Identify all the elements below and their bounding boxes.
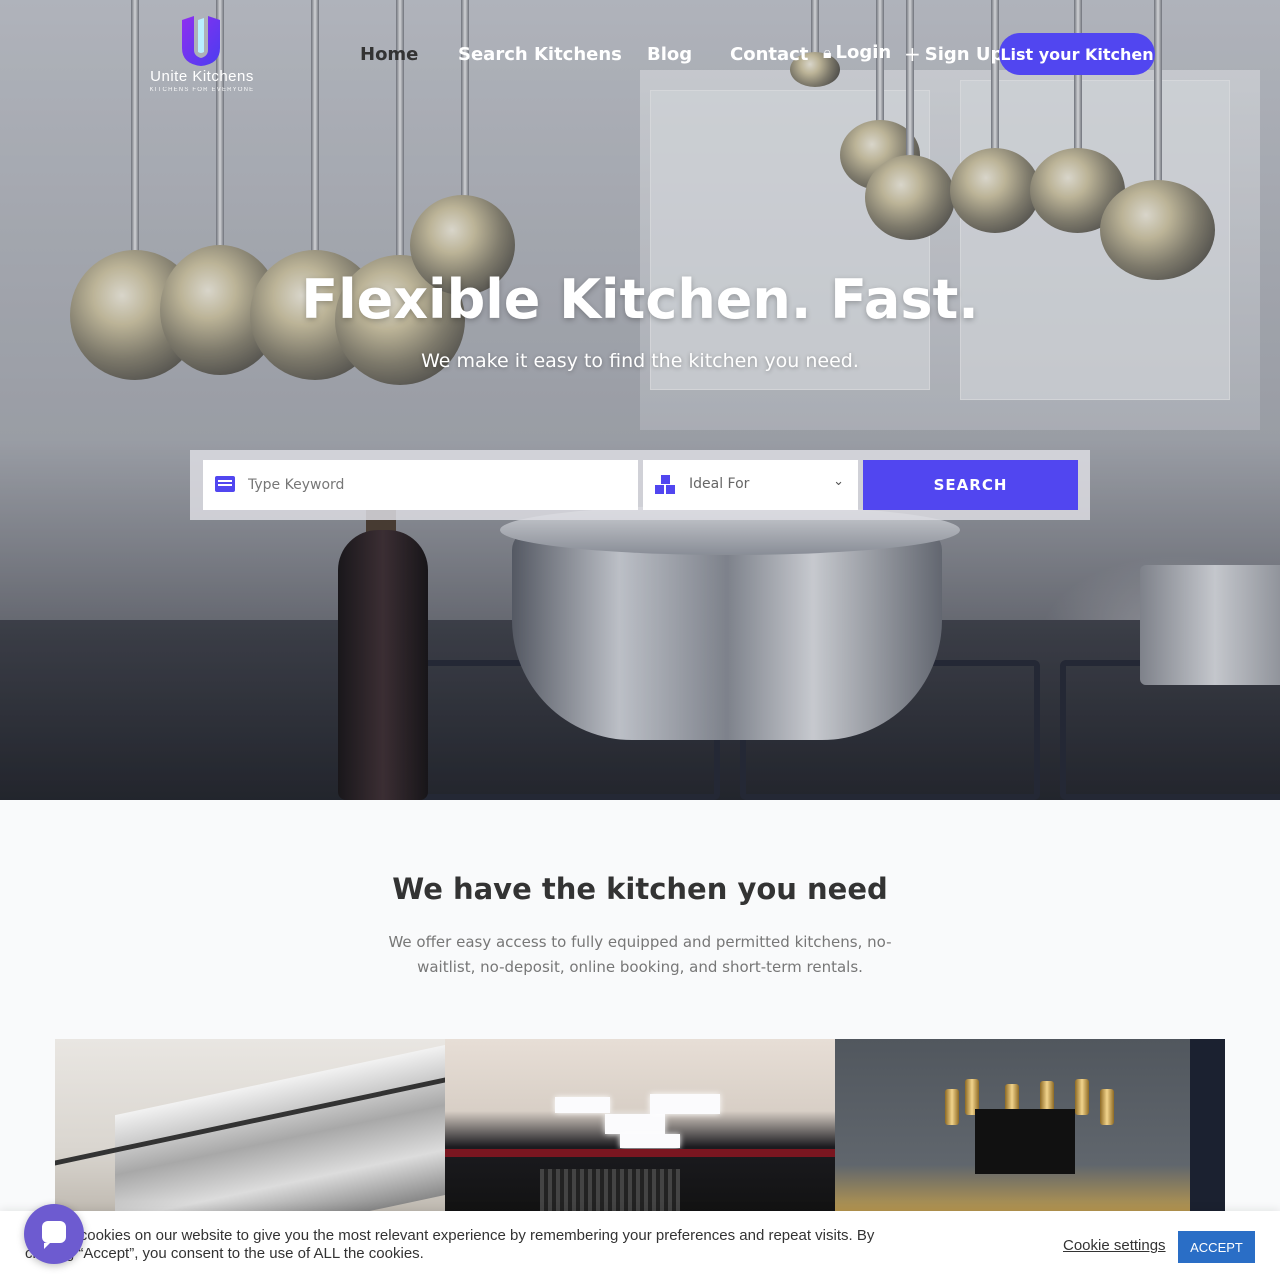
brand-name: Unite Kitchens [150,68,254,85]
hero-overlay [0,0,1280,800]
chevron-down-icon: ⌄ [833,474,844,489]
login-label: Login [835,42,892,63]
ceiling-light [605,1114,665,1134]
cookie-text: We use cookies on our website to give yo… [25,1227,875,1262]
boxes-icon [655,475,677,495]
search-button[interactable]: SEARCH [863,460,1078,510]
keyword-input[interactable] [248,460,628,510]
counter-accent [445,1149,835,1157]
exhaust-hood [115,1042,445,1219]
wall-panel [1190,1039,1225,1219]
search-form: Ideal For ⌄ SEARCH [190,450,1090,520]
keyword-field[interactable] [203,460,638,510]
signup-link[interactable]: + Sign Up [904,42,1003,66]
range-hood [975,1109,1075,1174]
keyboard-icon [215,476,235,492]
hero-title: Flexible Kitchen. Fast. [301,268,979,331]
nav-search-kitchens[interactable]: Search Kitchens [458,44,622,65]
signup-label: Sign Up [924,43,1004,65]
logo-mark-icon [182,16,220,66]
kitchen-image-card[interactable] [55,1039,445,1219]
pendant-light [1075,1079,1089,1115]
list-kitchen-button[interactable]: List your Kitchen [999,33,1155,75]
chat-launcher-button[interactable] [24,1204,84,1264]
ceiling-light [650,1094,720,1114]
section-text: We offer easy access to fully equipped a… [388,933,892,976]
ceiling-light [555,1097,610,1113]
brand-tagline: KITCHENS FOR EVERYONE [149,87,255,93]
cookie-accept-button[interactable]: ACCEPT [1178,1231,1255,1263]
hero-subtitle: We make it easy to find the kitchen you … [421,350,859,372]
pendant-light [1100,1089,1114,1125]
nav-home[interactable]: Home [360,44,418,65]
hero-section [0,0,1280,800]
section-title: We have the kitchen you need [392,872,888,906]
chat-bubble-icon [42,1221,66,1249]
ideal-for-select[interactable]: Ideal For ⌄ [643,460,858,510]
ideal-for-value: Ideal For [689,476,750,492]
kitchen-image-card[interactable] [445,1039,835,1219]
login-link[interactable]: 🔒︎ Login [823,42,891,63]
cookie-settings-link[interactable]: Cookie settings [1063,1237,1166,1254]
site-logo[interactable]: Unite Kitchens KITCHENS FOR EVERYONE [142,14,262,94]
lock-icon: 🔒︎ [823,42,832,62]
pendant-light [945,1089,959,1125]
ceiling-light [620,1134,680,1148]
nav-contact[interactable]: Contact [730,44,808,65]
nav-blog[interactable]: Blog [647,44,692,65]
plus-icon: + [904,42,921,66]
kitchen-image-card[interactable] [835,1039,1225,1219]
cookie-banner: We use cookies on our website to give yo… [0,1211,1280,1280]
